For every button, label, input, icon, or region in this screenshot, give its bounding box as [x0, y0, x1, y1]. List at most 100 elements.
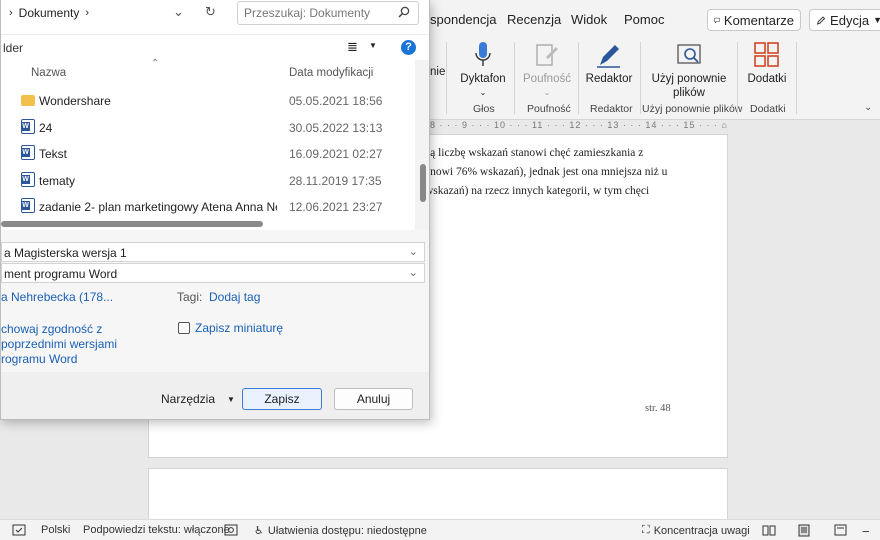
- scrollbar-thumb[interactable]: [420, 164, 426, 202]
- sensitivity-icon: [531, 40, 563, 70]
- word-document-icon: [21, 145, 35, 160]
- save-thumbnail-option[interactable]: Zapisz miniaturę: [178, 321, 283, 335]
- view-options-icon[interactable]: ≣: [347, 39, 358, 55]
- chevron-down-icon[interactable]: ⌄: [409, 245, 418, 258]
- tab-review[interactable]: Recenzja: [507, 12, 561, 27]
- focus-mode-button[interactable]: ⛶ Koncentracja uwagi: [642, 524, 750, 537]
- file-name: 24: [39, 121, 53, 135]
- column-header-date[interactable]: Data modyfikacji: [289, 67, 373, 79]
- sensitivity-button[interactable]: Poufność ⌄: [522, 40, 572, 100]
- address-bar: › Dokumenty › ⌄ ↻ Przeszukaj: Dokumenty: [1, 0, 429, 34]
- editor-pen-icon: [593, 40, 625, 70]
- collapse-ribbon-icon[interactable]: ⌄: [864, 102, 872, 113]
- scrollbar-thumb[interactable]: [1, 221, 263, 227]
- add-tag-link[interactable]: Dodaj tag: [209, 290, 260, 304]
- comments-button[interactable]: Komentarze: [707, 9, 801, 31]
- editing-button[interactable]: Edycja ▼: [809, 9, 880, 31]
- editor-button[interactable]: Redaktor: [584, 40, 634, 86]
- language-status[interactable]: Polski: [41, 524, 70, 536]
- reuse-files-label-1: Użyj ponownie: [651, 73, 727, 85]
- group-label-editor: Redaktor: [590, 103, 633, 115]
- folder-icon: [21, 95, 35, 106]
- partial-ribbon-label: nie: [430, 66, 446, 78]
- word-document-icon: [21, 172, 35, 187]
- file-date: 28.11.2019 17:35: [289, 174, 382, 188]
- reuse-files-label-2: plików: [673, 87, 705, 99]
- search-placeholder: Przeszukaj: Dokumenty: [244, 6, 371, 20]
- addins-button[interactable]: Dodatki: [745, 40, 789, 86]
- thumbnail-label: Zapisz miniaturę: [195, 321, 284, 335]
- file-row[interactable]: tematy 28.11.2019 17:35: [1, 167, 413, 193]
- new-folder-button[interactable]: lder: [3, 41, 23, 55]
- print-layout-icon[interactable]: [798, 524, 810, 537]
- document-text-line: zą liczbę wskazań stanowi chęć zamieszka…: [425, 147, 644, 159]
- addins-grid-icon: [751, 40, 783, 70]
- dictate-button[interactable]: Dyktafon ⌄: [458, 40, 508, 100]
- editor-label: Redaktor: [585, 73, 633, 85]
- tab-mailings[interactable]: spondencja: [430, 12, 497, 27]
- authors-link[interactable]: a Nehrebecka (178...: [1, 290, 113, 304]
- search-input[interactable]: Przeszukaj: Dokumenty: [237, 1, 419, 25]
- column-header-name[interactable]: Nazwa: [31, 67, 66, 79]
- focus-label: Koncentracja uwagi: [653, 524, 750, 537]
- dictate-label: Dyktafon: [460, 73, 506, 85]
- accessibility-label: Ułatwienia dostępu: niedostępne: [267, 524, 427, 537]
- file-list: Nazwa ⌃ Data modyfikacji Wondershare 05.…: [1, 58, 417, 230]
- chevron-down-icon[interactable]: ▼: [369, 41, 377, 50]
- compatibility-text-1: chowaj zgodność z: [1, 322, 103, 336]
- web-layout-icon[interactable]: [834, 524, 847, 536]
- compatibility-text-2: poprzednimi wersjami: [1, 337, 118, 351]
- tags-label: Tagi:: [177, 290, 203, 304]
- breadcrumb[interactable]: › Dokumenty ›: [1, 2, 196, 24]
- save-button[interactable]: Zapisz: [242, 388, 322, 410]
- accessibility-status[interactable]: ♿ Ułatwienia dostępu: niedostępne: [254, 524, 427, 538]
- chevron-down-icon: ▼: [873, 15, 880, 25]
- file-row[interactable]: Wondershare 05.05.2021 18:56: [1, 87, 413, 113]
- sensitivity-label: Poufność: [523, 73, 571, 85]
- search-icon[interactable]: [398, 6, 410, 18]
- group-label-reuse: Użyj ponownie plików: [642, 103, 743, 115]
- cancel-button[interactable]: Anuluj: [334, 388, 413, 410]
- reuse-files-icon: [673, 40, 705, 70]
- file-name: Wondershare: [39, 94, 111, 108]
- dialog-command-bar: lder ≣ ▼ ?: [1, 34, 429, 60]
- chevron-down-icon[interactable]: ⌄: [409, 266, 418, 279]
- compatibility-option[interactable]: chowaj zgodność z poprzednimi wersjami r…: [1, 322, 117, 367]
- thumbnail-checkbox[interactable]: [178, 322, 190, 334]
- file-type-select[interactable]: ment programu Word ⌄: [1, 263, 425, 283]
- caret-down-icon: ▼: [227, 394, 235, 404]
- word-document-icon: [21, 198, 35, 213]
- file-name: tematy: [39, 174, 76, 188]
- macro-icon[interactable]: [224, 524, 238, 536]
- horizontal-scrollbar[interactable]: [1, 216, 413, 230]
- breadcrumb-folder[interactable]: Dokumenty: [19, 6, 80, 20]
- horizontal-ruler[interactable]: 8 · · · 9 · · · 10 · · · 11 · · · 12 · ·…: [430, 120, 740, 134]
- vertical-scrollbar[interactable]: [415, 60, 429, 230]
- document-text-line: anowi 76% wskazań), jednak jest ona mnie…: [425, 166, 668, 178]
- help-icon[interactable]: ?: [401, 40, 416, 55]
- file-row[interactable]: 24 30.05.2022 13:13: [1, 114, 413, 140]
- file-row[interactable]: Tekst 16.09.2021 02:27: [1, 140, 413, 166]
- focus-icon: ⛶: [642, 524, 650, 536]
- text-predictions-status[interactable]: Podpowiedzi tekstu: włączone: [83, 524, 230, 536]
- file-date: 12.06.2021 23:27: [289, 200, 383, 214]
- chevron-down-icon[interactable]: ⌄: [173, 4, 184, 20]
- reuse-files-button[interactable]: Użyj ponownie plików: [648, 40, 730, 100]
- file-type-value: ment programu Word: [4, 267, 118, 281]
- refresh-icon[interactable]: ↻: [205, 4, 216, 20]
- tab-help[interactable]: Pomoc: [624, 12, 664, 27]
- tools-label: Narzędzia: [161, 392, 216, 406]
- comment-icon: [714, 17, 720, 23]
- file-name-field[interactable]: a Magisterska wersja 1 ⌄: [1, 242, 425, 262]
- file-name: zadanie 2- plan marketingowy Atena Anna …: [39, 200, 277, 214]
- spelling-check-icon[interactable]: [12, 524, 26, 536]
- page-number: str. 48: [645, 403, 671, 414]
- tab-view[interactable]: Widok: [571, 12, 607, 27]
- tools-dropdown[interactable]: Narzędzia ▼: [161, 392, 235, 406]
- compatibility-text-3: rogramu Word: [1, 352, 78, 366]
- read-mode-icon[interactable]: [762, 524, 776, 536]
- accessibility-icon: ♿: [254, 525, 264, 537]
- document-text-line: wskazań) na rzecz innych kategorii, w ty…: [425, 185, 650, 197]
- editing-label: Edycja: [830, 12, 870, 28]
- zoom-out-button[interactable]: −: [862, 524, 870, 539]
